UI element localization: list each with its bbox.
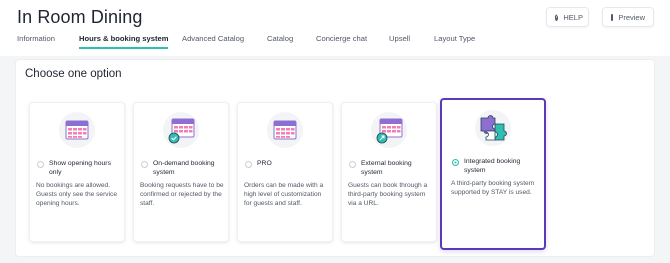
option-label: Show opening hours only (49, 160, 111, 176)
option-radio[interactable] (141, 161, 148, 168)
tab-upsell[interactable]: Upsell (389, 34, 410, 49)
option-card-opening-hours[interactable]: Show opening hours only No bookings are … (29, 102, 125, 242)
tab-catalog[interactable]: Catalog (267, 34, 293, 49)
calendar-link-icon (371, 112, 407, 148)
option-label: Integrated booking system (464, 158, 521, 174)
help-label: HELP (563, 12, 583, 22)
options-panel: Choose one option Show opening hours onl… (16, 60, 654, 256)
option-card-integrated[interactable]: Integrated booking system A third-party … (440, 98, 546, 250)
preview-button[interactable]: Preview (602, 7, 654, 27)
option-card-on-demand[interactable]: On-demand booking system Booking request… (133, 102, 229, 242)
tab-layout-type[interactable]: Layout Type (434, 34, 475, 49)
option-radio[interactable] (245, 161, 252, 168)
tab-hours-booking[interactable]: Hours & booking system (79, 34, 169, 49)
preview-label: Preview (618, 12, 645, 22)
option-radio[interactable] (37, 161, 44, 168)
phone-icon (611, 13, 614, 21)
option-description: Booking requests have to be confirmed or… (140, 182, 224, 207)
option-label: PRO (257, 160, 272, 167)
option-description: Guests can book through a third-party bo… (348, 182, 428, 207)
calendar-icon (267, 112, 303, 148)
option-radio-selected[interactable] (452, 159, 459, 166)
option-radio[interactable] (349, 161, 356, 168)
option-card-pro[interactable]: PRO Orders can be made with a high level… (237, 102, 333, 242)
option-description: No bookings are allowed. Guests only see… (36, 182, 117, 207)
option-label: External booking system (361, 160, 412, 176)
option-description: Orders can be made with a high level of … (244, 182, 324, 207)
option-description: A third-party booking system supported b… (451, 180, 535, 196)
tab-advanced-catalog[interactable]: Advanced Catalog (182, 34, 244, 49)
help-button[interactable]: ? HELP (546, 7, 589, 27)
tab-bar: Information Hours & booking system Advan… (0, 34, 670, 56)
tab-information[interactable]: Information (17, 34, 55, 49)
tab-concierge-chat[interactable]: Concierge chat (316, 34, 367, 49)
puzzle-icon (475, 110, 511, 146)
help-icon: ? (555, 13, 559, 21)
header: In Room Dining ? HELP Preview Informatio… (0, 0, 670, 56)
option-label: On-demand booking system (153, 160, 215, 176)
calendar-check-icon (163, 112, 199, 148)
page-title: In Room Dining (17, 7, 143, 27)
calendar-icon (59, 112, 95, 148)
panel-title: Choose one option (25, 68, 122, 80)
option-card-external[interactable]: External booking system Guests can book … (341, 102, 437, 242)
